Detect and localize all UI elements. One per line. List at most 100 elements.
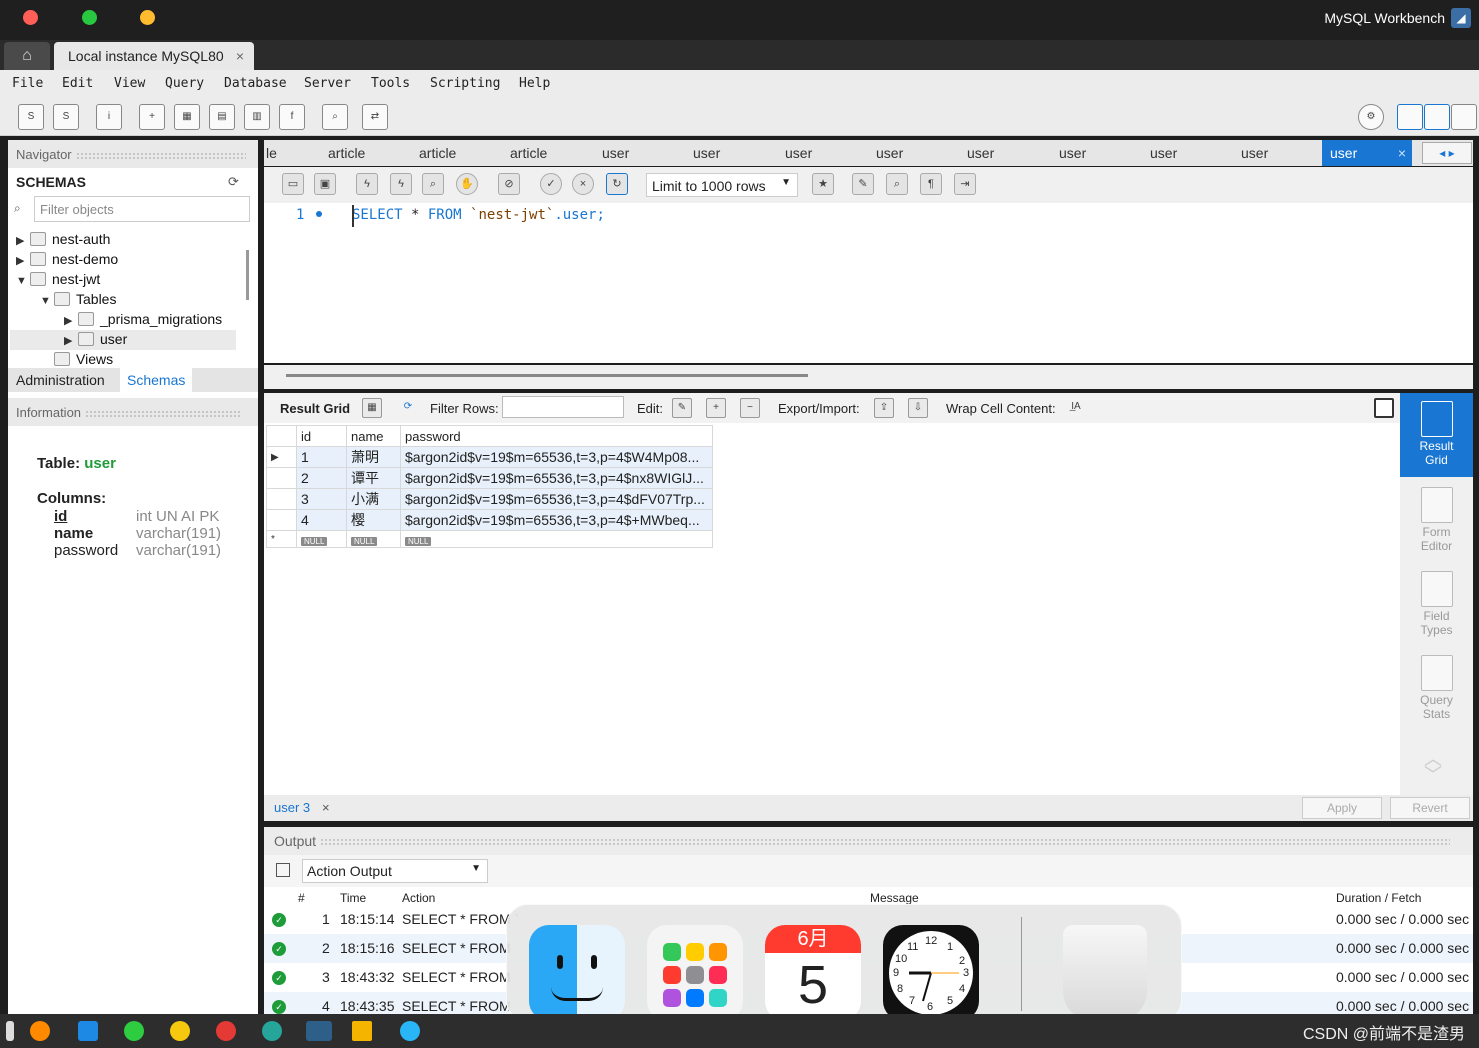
close-icon[interactable]: × xyxy=(322,800,330,815)
cell[interactable]: 4 xyxy=(296,509,347,531)
menu-edit[interactable]: Edit xyxy=(62,76,93,91)
table-row[interactable]: 3 小满 $argon2id$v=19$m=65536,t=3,p=4$dFV0… xyxy=(266,488,713,510)
cell[interactable]: $argon2id$v=19$m=65536,t=3,p=4$nx8WIGlJ.… xyxy=(400,467,713,489)
refresh-icon[interactable]: ⟳ xyxy=(398,398,418,418)
sql-editor[interactable]: 1 SELECT * FROM `nest-jwt`.user; xyxy=(264,203,1473,363)
finder-icon[interactable] xyxy=(529,925,625,1021)
create-table-icon[interactable]: ▦ xyxy=(174,104,200,130)
trash-icon[interactable] xyxy=(1063,925,1147,1021)
menu-database[interactable]: Database xyxy=(224,76,287,91)
apply-button[interactable]: Apply xyxy=(1302,797,1382,819)
tab-navigation-arrows-icon[interactable]: ◂ ▸ xyxy=(1422,142,1472,164)
tab-query[interactable]: article xyxy=(510,145,547,161)
revert-button[interactable]: Revert xyxy=(1390,797,1470,819)
tree-scrollbar[interactable] xyxy=(246,250,249,300)
create-procedure-icon[interactable]: ▥ xyxy=(244,104,270,130)
column-header[interactable]: id xyxy=(296,425,347,447)
tab-query[interactable]: user xyxy=(693,145,720,161)
tree-item-prisma-migrations[interactable]: ▶ _prisma_migrations xyxy=(64,311,222,327)
menu-help[interactable]: Help xyxy=(519,76,550,91)
tree-item-tables[interactable]: ▼ Tables xyxy=(40,291,116,307)
cell[interactable]: 1 xyxy=(296,446,347,468)
cell[interactable]: 萧明 xyxy=(346,446,401,468)
expand-icon[interactable]: ▶ xyxy=(16,254,30,267)
tab-query[interactable]: user xyxy=(785,145,812,161)
output-type-select[interactable]: Action Output ▼ xyxy=(302,859,488,883)
find-icon[interactable]: ⌕ xyxy=(886,173,908,195)
cell[interactable]: 2 xyxy=(296,467,347,489)
tab-query[interactable]: le xyxy=(266,145,277,161)
sql-statement[interactable]: SELECT * FROM `nest-jwt`.user; xyxy=(352,207,605,223)
app-icon[interactable] xyxy=(216,1021,236,1041)
close-icon[interactable]: × xyxy=(236,48,244,64)
rollback-icon[interactable]: × xyxy=(572,173,594,195)
toggle-panel-icon[interactable] xyxy=(1374,398,1394,418)
toggle-sidebar-icon[interactable] xyxy=(1397,104,1423,130)
execute-current-icon[interactable]: ϟ xyxy=(390,173,412,195)
launchpad-icon[interactable] xyxy=(647,925,743,1021)
toggle-secondary-sidebar-icon[interactable] xyxy=(1451,104,1477,130)
tab-query-active[interactable]: user × xyxy=(1322,140,1412,166)
wechat-icon[interactable] xyxy=(124,1021,144,1041)
commit-icon[interactable]: ✓ xyxy=(540,173,562,195)
refresh-schemas-icon[interactable]: ⟳ xyxy=(228,174,239,190)
minimize-window-button[interactable] xyxy=(140,10,155,25)
cell[interactable]: $argon2id$v=19$m=65536,t=3,p=4$dFV07Trp.… xyxy=(400,488,713,510)
table-row[interactable]: ▶ 1 萧明 $argon2id$v=19$m=65536,t=3,p=4$W4… xyxy=(266,446,713,468)
vscode-icon[interactable] xyxy=(78,1021,98,1041)
menu-scripting[interactable]: Scripting xyxy=(430,76,500,91)
inspector-icon[interactable]: i xyxy=(96,104,122,130)
tab-query[interactable]: user xyxy=(967,145,994,161)
edit-row-icon[interactable]: ✎ xyxy=(672,398,692,418)
home-tab[interactable]: ⌂ xyxy=(4,42,50,70)
cell[interactable]: NULL xyxy=(296,530,347,548)
export-icon[interactable]: ⇪ xyxy=(874,398,894,418)
import-icon[interactable]: ⇩ xyxy=(908,398,928,418)
column-header[interactable]: name xyxy=(346,425,401,447)
scroll-arrows-icon[interactable]: ︿ ﹀ xyxy=(1424,750,1442,784)
open-sql-script-icon[interactable]: S xyxy=(53,104,79,130)
menu-query[interactable]: Query xyxy=(165,76,204,91)
tab-query[interactable]: article xyxy=(419,145,456,161)
cell[interactable]: 3 xyxy=(296,488,347,510)
explain-icon[interactable]: ⌕ xyxy=(422,173,444,195)
column-header[interactable]: password xyxy=(400,425,713,447)
toggle-stop-on-error-icon[interactable]: ⊘ xyxy=(498,173,520,195)
tree-item-nest-jwt[interactable]: ▼ nest-jwt xyxy=(16,271,100,287)
save-icon[interactable]: ▣ xyxy=(314,173,336,195)
stop-icon[interactable]: ✋ xyxy=(456,173,478,195)
result-grid-view-button[interactable]: Result Grid xyxy=(1400,393,1473,477)
collapse-icon[interactable]: ▼ xyxy=(40,295,54,307)
editor-horizontal-scrollbar[interactable] xyxy=(264,365,1473,389)
menu-server[interactable]: Server xyxy=(304,76,351,91)
scroll-thumb[interactable] xyxy=(286,374,808,377)
menu-view[interactable]: View xyxy=(114,76,145,91)
cell[interactable]: $argon2id$v=19$m=65536,t=3,p=4$+MWbeq... xyxy=(400,509,713,531)
tree-item-views[interactable]: Views xyxy=(40,351,113,367)
tree-item-nest-auth[interactable]: ▶ nest-auth xyxy=(16,231,110,247)
tab-query[interactable]: user xyxy=(1241,145,1268,161)
tab-administration[interactable]: Administration xyxy=(16,372,105,388)
cell[interactable]: NULL xyxy=(400,530,713,548)
app-icon[interactable] xyxy=(400,1021,420,1041)
delete-row-icon[interactable]: − xyxy=(740,398,760,418)
file-explorer-icon[interactable] xyxy=(352,1021,372,1041)
zoom-window-button[interactable] xyxy=(82,10,97,25)
insert-row-icon[interactable]: + xyxy=(706,398,726,418)
beautify-icon[interactable]: ✎ xyxy=(852,173,874,195)
tree-item-user[interactable]: ▶ user xyxy=(64,331,127,347)
close-icon[interactable]: × xyxy=(1398,145,1406,161)
add-snippet-icon[interactable]: ★ xyxy=(812,173,834,195)
form-editor-view-button[interactable]: Form Editor xyxy=(1400,479,1473,563)
cell[interactable]: 谭平 xyxy=(346,467,401,489)
menu-file[interactable]: File xyxy=(12,76,43,91)
cell[interactable]: $argon2id$v=19$m=65536,t=3,p=4$W4Mp08... xyxy=(400,446,713,468)
wrap-cell-icon[interactable]: I̲A xyxy=(1066,398,1086,418)
result-tab[interactable]: user 3 xyxy=(274,800,310,815)
expand-icon[interactable]: ▶ xyxy=(64,314,78,327)
tab-query[interactable]: user xyxy=(1150,145,1177,161)
close-window-button[interactable] xyxy=(23,10,38,25)
connection-tab[interactable]: Local instance MySQL80 × xyxy=(54,42,254,70)
grid-layout-icon[interactable]: ▦ xyxy=(362,398,382,418)
autocommit-icon[interactable]: ↻ xyxy=(606,173,628,195)
